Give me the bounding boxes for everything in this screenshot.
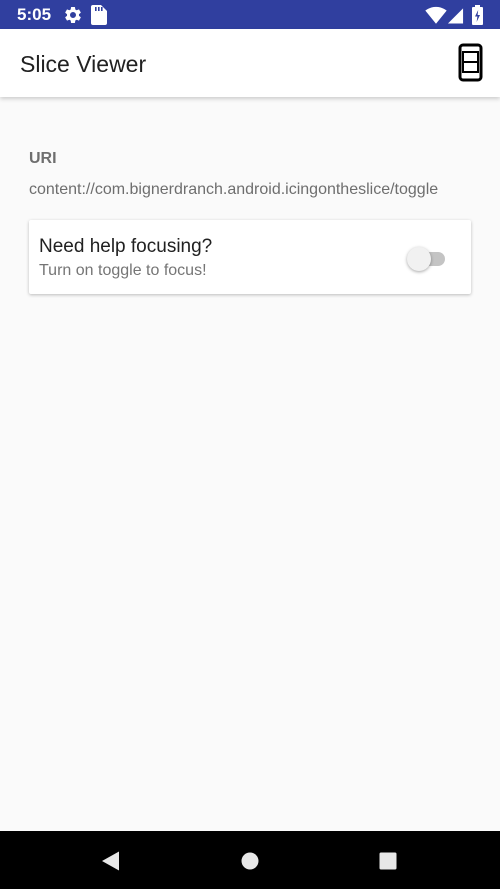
- slice-card[interactable]: Need help focusing? Turn on toggle to fo…: [29, 220, 471, 294]
- slice-subtitle: Turn on toggle to focus!: [39, 262, 207, 279]
- battery-charging-icon: [472, 5, 483, 25]
- sd-card-icon: [91, 5, 107, 25]
- wifi-icon: [425, 6, 447, 24]
- focus-toggle[interactable]: [407, 246, 449, 271]
- recents-icon[interactable]: [377, 850, 399, 872]
- app-bar: Slice Viewer: [0, 29, 500, 97]
- settings-icon: [65, 6, 81, 23]
- phone-icon[interactable]: [452, 43, 488, 83]
- uri-label: URI: [29, 150, 57, 167]
- app-title: Slice Viewer: [20, 51, 147, 77]
- back-icon[interactable]: [100, 850, 122, 872]
- cell-signal-icon: [447, 8, 464, 24]
- home-icon[interactable]: [239, 850, 261, 872]
- status-time: 5:05: [17, 5, 52, 24]
- slice-title: Need help focusing?: [39, 236, 213, 257]
- navigation-bar: [0, 831, 500, 889]
- toggle-thumb: [407, 247, 431, 271]
- content-area: URI content://com.bignerdranch.android.i…: [0, 97, 500, 831]
- status-bar: 5:05: [0, 0, 500, 29]
- uri-value: content://com.bignerdranch.android.icing…: [29, 181, 439, 198]
